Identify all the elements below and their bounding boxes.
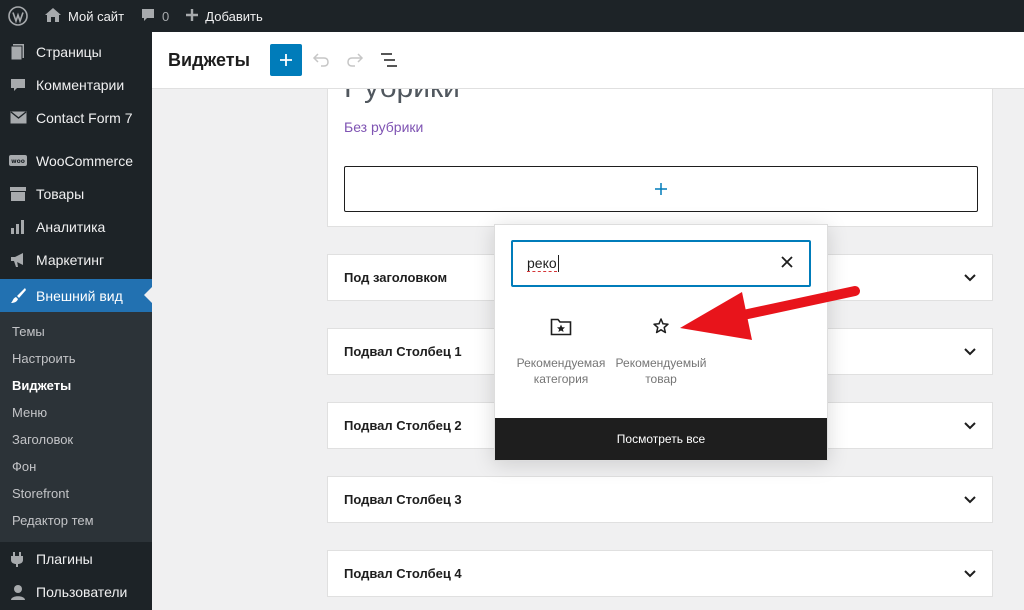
- submenu-item-menus[interactable]: Меню: [0, 399, 152, 426]
- submenu-item-widgets[interactable]: Виджеты: [0, 372, 152, 399]
- menu-item-woocommerce[interactable]: woo WooCommerce: [0, 144, 152, 177]
- svg-text:woo: woo: [11, 158, 25, 165]
- site-name: Мой сайт: [68, 8, 125, 24]
- menu-item-pages[interactable]: Страницы: [0, 35, 152, 68]
- redo-button[interactable]: [338, 44, 372, 76]
- menu-label: Внешний вид: [36, 287, 123, 304]
- undo-icon: [312, 53, 329, 67]
- menu-item-marketing[interactable]: Маркетинг: [0, 243, 152, 276]
- users-icon: [9, 583, 27, 601]
- list-view-icon: [380, 53, 397, 67]
- menu-item-contact-form[interactable]: Contact Form 7: [0, 101, 152, 134]
- widget-area-title: Подвал Столбец 3: [344, 492, 462, 507]
- admin-sidebar: Страницы Комментарии Contact Form 7 woo …: [0, 32, 152, 610]
- block-inserter-toggle[interactable]: [269, 44, 302, 76]
- page-title: Виджеты: [168, 49, 250, 70]
- widget-area-title: Подвал Столбец 1: [344, 344, 462, 359]
- block-appender-button[interactable]: [344, 166, 978, 212]
- comment-bubble-icon: [140, 7, 156, 26]
- widget-area-footer-3[interactable]: Подвал Столбец 3: [327, 476, 993, 523]
- chevron-down-icon[interactable]: [964, 569, 976, 578]
- widget-area-footer-4[interactable]: Подвал Столбец 4: [327, 550, 993, 597]
- pages-icon: [9, 43, 27, 61]
- chevron-down-icon[interactable]: [964, 495, 976, 504]
- block-search-input[interactable]: реко: [511, 240, 811, 287]
- categories-widget-block[interactable]: Рубрики Без рубрики: [327, 89, 993, 227]
- block-result-label: Рекомендуемый товар: [615, 356, 707, 386]
- undo-button[interactable]: [304, 44, 338, 76]
- clear-search-button[interactable]: [781, 255, 793, 273]
- chevron-down-icon[interactable]: [964, 347, 976, 356]
- add-new-label: Добавить: [205, 8, 263, 24]
- wordpress-logo-icon[interactable]: [0, 0, 36, 32]
- menu-label: Маркетинг: [36, 251, 105, 268]
- close-icon: [781, 256, 793, 268]
- comments-icon: [9, 76, 27, 94]
- menu-item-comments[interactable]: Комментарии: [0, 68, 152, 101]
- widget-heading: Рубрики: [344, 89, 460, 105]
- star-icon: [613, 317, 709, 341]
- submenu-item-customize[interactable]: Настроить: [0, 345, 152, 372]
- widget-area-title: Подвал Столбец 2: [344, 418, 462, 433]
- woo-icon: woo: [9, 152, 27, 170]
- block-result-featured-category[interactable]: Рекомендуемая категория: [513, 317, 609, 387]
- chevron-down-icon[interactable]: [964, 421, 976, 430]
- widget-area-title: Под заголовком: [344, 270, 448, 285]
- redo-icon: [347, 53, 364, 67]
- home-icon: [44, 7, 62, 26]
- admin-bar: Мой сайт 0 Добавить: [0, 0, 1024, 32]
- products-icon: [9, 185, 27, 203]
- menu-item-products[interactable]: Товары: [0, 177, 152, 210]
- menu-label: Contact Form 7: [36, 109, 133, 126]
- submenu-item-storefront[interactable]: Storefront: [0, 480, 152, 507]
- appearance-submenu: Темы Настроить Виджеты Меню Заголовок Фо…: [0, 312, 152, 542]
- editor-header: Виджеты: [152, 32, 1024, 89]
- menu-label: Комментарии: [36, 76, 125, 93]
- folder-star-icon: [513, 317, 609, 341]
- submenu-item-background[interactable]: Фон: [0, 453, 152, 480]
- plugins-icon: [9, 550, 27, 568]
- mail-icon: [9, 109, 27, 127]
- list-view-button[interactable]: [372, 44, 406, 76]
- plus-icon: [655, 183, 667, 195]
- menu-item-analytics[interactable]: Аналитика: [0, 210, 152, 243]
- plus-icon: [185, 8, 199, 25]
- megaphone-icon: [9, 251, 27, 269]
- category-link[interactable]: Без рубрики: [344, 119, 423, 135]
- menu-label: Пользователи: [36, 583, 128, 600]
- menu-label: Аналитика: [36, 218, 106, 235]
- menu-item-plugins[interactable]: Плагины: [0, 542, 152, 575]
- widget-area-title: Подвал Столбец 4: [344, 566, 462, 581]
- text-cursor: [557, 255, 559, 272]
- menu-label: Страницы: [36, 43, 102, 60]
- block-result-label: Рекомендуемая категория: [516, 356, 606, 386]
- block-result-featured-product[interactable]: Рекомендуемый товар: [613, 317, 709, 387]
- search-value: реко: [527, 255, 557, 272]
- menu-label: Плагины: [36, 550, 93, 567]
- chevron-down-icon[interactable]: [964, 273, 976, 282]
- submenu-item-header[interactable]: Заголовок: [0, 426, 152, 453]
- menu-label: WooCommerce: [36, 152, 133, 169]
- add-new-link[interactable]: Добавить: [177, 0, 270, 32]
- submenu-item-themes[interactable]: Темы: [0, 318, 152, 345]
- site-name-link[interactable]: Мой сайт: [36, 0, 132, 32]
- submenu-item-theme-editor[interactable]: Редактор тем: [0, 507, 152, 534]
- analytics-icon: [9, 218, 27, 236]
- plus-icon: [279, 54, 292, 66]
- brush-icon: [9, 287, 27, 305]
- block-inserter-popover: реко Рекомендуемая категория Рекомендуем…: [494, 224, 828, 461]
- menu-item-appearance[interactable]: Внешний вид: [0, 279, 152, 312]
- comments-count: 0: [162, 8, 170, 24]
- menu-item-users[interactable]: Пользователи: [0, 575, 152, 608]
- menu-label: Товары: [36, 185, 85, 202]
- view-all-button[interactable]: Посмотреть все: [495, 418, 827, 460]
- comments-link[interactable]: 0: [132, 0, 177, 32]
